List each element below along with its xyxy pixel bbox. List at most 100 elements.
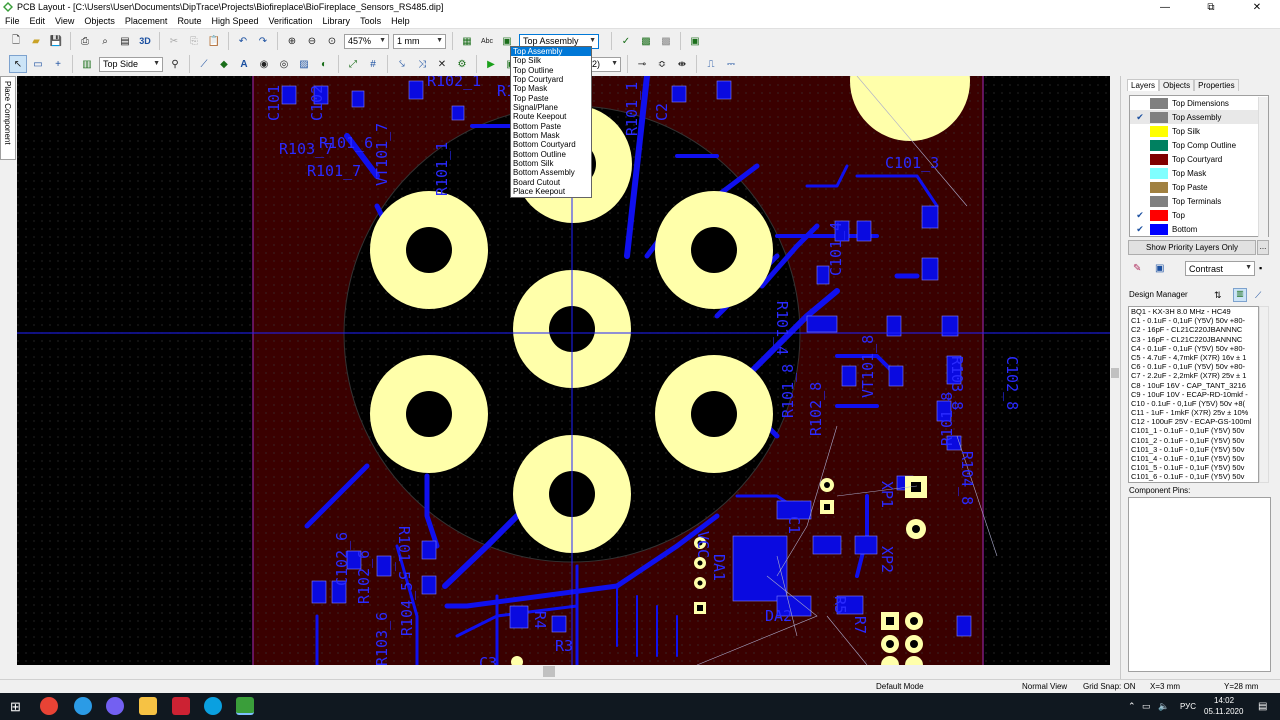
pin-icon[interactable]: ✎ [1133,263,1141,274]
menu-library[interactable]: Library [318,16,356,26]
menu-placement[interactable]: Placement [120,16,173,26]
nets-view-icon[interactable]: ⟋ [1255,290,1261,301]
design-manager-item[interactable]: C6 - 0.1uF - 0,1uF (Y5V) 50v +80- [1129,362,1258,371]
design-manager-item[interactable]: C1 - 0.1uF - 0,1uF (Y5V) 50v +80- [1129,316,1258,325]
fill-icon[interactable]: ◐ [315,55,333,73]
scroll-thumb[interactable] [543,666,555,677]
horizontal-scrollbar[interactable] [0,665,1120,679]
menu-help[interactable]: Help [386,16,415,26]
design-manager-item[interactable]: C9 - 10uF 10V - ECAP-RD-10mkf - [1129,390,1258,399]
design-manager-item[interactable]: BQ1 - KX-3H 8.0 MHz - HC49 [1129,307,1258,316]
dropdown-option[interactable]: Board Cutout [511,178,591,187]
layer-row[interactable]: Top Dimensions [1130,96,1268,110]
notifications-icon[interactable]: ▤ [1258,701,1267,712]
signal-edge-icon[interactable]: ⎓ [722,55,740,73]
print-icon[interactable]: ⎙ [76,32,94,50]
copy-icon[interactable]: ⎘ [185,32,203,50]
layer-visibility-check-icon[interactable]: ✔ [1130,224,1150,235]
design-manager-item[interactable]: C4 - 0.1uF - 0,1uF (Y5V) 50v +80- [1129,344,1258,353]
paste-icon[interactable]: 📋 [205,32,223,50]
language-indicator[interactable]: РУС [1180,702,1196,711]
close-button[interactable]: ✕ [1234,0,1280,14]
dropdown-option[interactable]: Top Assembly [511,47,591,57]
place-component-tab[interactable]: Place Component [0,76,16,160]
design-manager-scrollbar[interactable] [1259,306,1269,483]
diptrace-icon[interactable] [236,697,254,715]
dropdown-option[interactable]: Bottom Courtyard [511,140,591,149]
design-manager-item[interactable]: C101_6 - 0.1uF - 0,1uF (Y5V) 50v [1129,472,1258,481]
menu-route[interactable]: Route [172,16,206,26]
properties-icon[interactable]: ▣ [686,32,704,50]
unconnected-icon[interactable]: ▩ [657,32,675,50]
contrast-options-icon[interactable]: ▪ [1259,263,1262,273]
print-preview-icon[interactable]: ⌕ [96,32,114,50]
layer-row[interactable]: Top Courtyard [1130,152,1268,166]
layer-color-swatch[interactable] [1150,223,1168,235]
export-icon[interactable]: ▤ [116,32,134,50]
viber-icon[interactable] [106,697,124,715]
dropdown-option[interactable]: Bottom Paste [511,122,591,131]
telegram-icon[interactable] [74,697,92,715]
copper-pour-icon[interactable]: ▨ [295,55,313,73]
windows-start-icon[interactable]: ⊞ [10,699,21,715]
origin-icon[interactable]: + [49,55,67,73]
pad-icon[interactable]: ◉ [255,55,273,73]
dropdown-option[interactable]: Bottom Silk [511,159,591,168]
design-rules-icon[interactable]: ✓ [617,32,635,50]
dropdown-option[interactable]: Route Keepout [511,112,591,121]
dropdown-option[interactable]: Top Paste [511,94,591,103]
design-manager-item[interactable]: C101_5 - 0.1uF - 0,1uF (Y5V) 50v [1129,463,1258,472]
tray-chevron-icon[interactable]: ⌃ [1128,701,1136,712]
zoom-fit-icon[interactable]: ⊙ [323,32,341,50]
layer-row[interactable]: Top Silk [1130,124,1268,138]
layer-row[interactable]: ✔ Top Assembly [1130,110,1268,124]
via-icon[interactable]: ◆ [215,55,233,73]
grid-icon[interactable]: # [364,55,382,73]
scroll-thumb[interactable] [1111,368,1119,378]
pointer-icon[interactable]: ↖ [9,55,27,73]
length-icon[interactable]: ⊸ [633,55,651,73]
design-manager-item[interactable]: C101_4 - 0.1uF - 0,1uF (Y5V) 50v [1129,454,1258,463]
zoom-in-icon[interactable]: ⊕ [283,32,301,50]
design-manager-item[interactable]: C7 - 2.2uF - 2,2mkF (X7R) 25v ± 1 [1129,371,1258,380]
layer-row[interactable]: Top Paste [1130,180,1268,194]
menu-file[interactable]: File [0,16,25,26]
cut-icon[interactable]: ✂ [165,32,183,50]
components-view-icon[interactable]: ▥ [1233,288,1247,302]
layer-row[interactable]: ✔ Top [1130,208,1268,222]
design-manager-item[interactable]: C101_3 - 0.1uF - 0,1uF (Y5V) 50v [1129,445,1258,454]
menu-edit[interactable]: Edit [25,16,51,26]
route-settings-icon[interactable]: ⚙ [453,55,471,73]
bus-route-icon[interactable]: ⤨ [413,55,431,73]
spread-icon[interactable]: ⇼ [673,55,691,73]
layer-color-swatch[interactable] [1150,125,1168,137]
layer-color-swatch[interactable] [1150,139,1168,151]
layer-visibility-check-icon[interactable]: ✔ [1130,112,1150,123]
unroute-icon[interactable]: ✕ [433,55,451,73]
contrast-select[interactable]: Contrast ▼ [1185,261,1255,276]
menu-high-speed[interactable]: High Speed [206,16,263,26]
app-red-icon[interactable] [172,697,190,715]
binoculars-icon[interactable]: ⚲ [166,55,184,73]
design-manager-item[interactable]: C5 - 4.7uF - 4,7mkF (X7R) 16v ± 1 [1129,353,1258,362]
design-manager-item[interactable]: C10 - 0.1uF - 0,1uF (Y5V) 50v +8( [1129,399,1258,408]
design-manager-item[interactable]: C3 - 16pF - CL21C220JBANNNC [1129,335,1258,344]
network-icon[interactable]: ▭ [1142,701,1151,712]
dropdown-option[interactable]: Bottom Assembly [511,168,591,177]
dropdown-option[interactable]: Top Courtyard [511,75,591,84]
layer-setup-icon[interactable]: ▦ [458,32,476,50]
layer-color-swatch[interactable] [1150,167,1168,179]
skype-icon[interactable] [204,697,222,715]
dropdown-option[interactable]: Top Outline [511,66,591,75]
net-connectivity-icon[interactable]: ▩ [637,32,655,50]
open-icon[interactable]: ▰ [27,32,45,50]
layer-color-swatch[interactable] [1150,153,1168,165]
text-tool-icon[interactable]: A [235,55,253,73]
tab-layers[interactable]: Layers [1127,79,1160,91]
sort-icon[interactable]: ⇅ [1214,290,1222,301]
menu-verification[interactable]: Verification [264,16,318,26]
menu-view[interactable]: View [50,16,79,26]
design-manager-item[interactable]: C11 - 1uF - 1mkF (X7R) 25v ± 10% [1129,408,1258,417]
layer-row[interactable]: Top Mask [1130,166,1268,180]
signal-icon[interactable]: ⎍ [702,55,720,73]
